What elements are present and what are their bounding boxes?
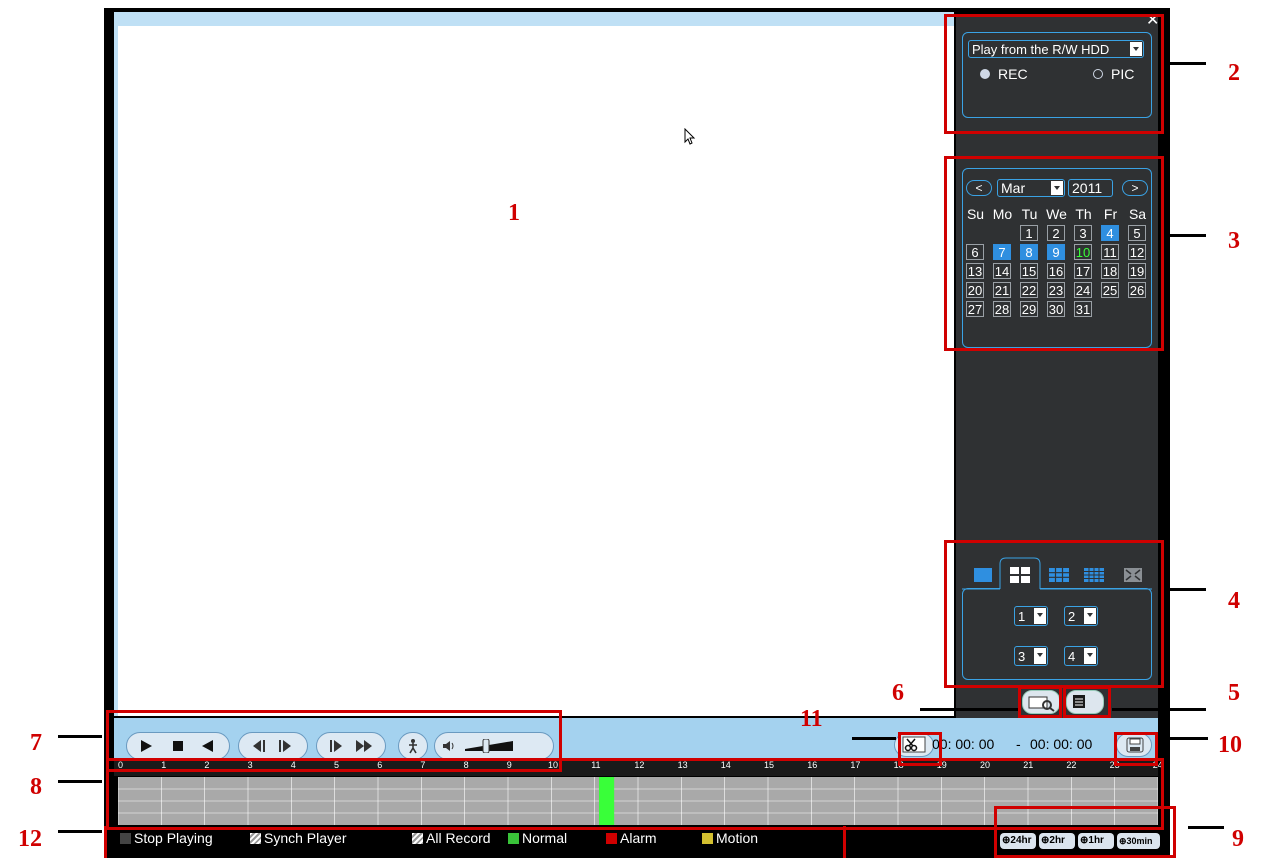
callout-9: 9: [1232, 826, 1244, 852]
video-display-area[interactable]: [114, 12, 954, 716]
annotation-box-9: [994, 806, 1176, 858]
callout-5: 5: [1228, 680, 1240, 706]
all-record-label: All Record: [426, 830, 491, 846]
annotation-box-2: [944, 14, 1164, 134]
mouse-cursor-icon: [684, 128, 696, 145]
motion-label: Motion: [716, 830, 759, 846]
callout-2: 2: [1228, 60, 1240, 86]
annotation-divider: [843, 826, 846, 858]
stop-playing-label: Stop Playing: [134, 830, 213, 846]
callout-3: 3: [1228, 228, 1240, 254]
callout-12: 12: [18, 826, 42, 852]
callout-line-8: [58, 780, 102, 783]
checkbox-icon: [412, 833, 423, 844]
stop-playing-toggle[interactable]: Stop Playing: [120, 830, 213, 846]
clip-end-time[interactable]: 00: 00: 00: [1030, 736, 1092, 752]
normal-toggle[interactable]: Normal: [508, 830, 567, 846]
annotation-box-3: [944, 156, 1164, 351]
callout-8: 8: [30, 774, 42, 800]
callout-10: 10: [1218, 732, 1242, 758]
all-record-toggle[interactable]: All Record: [412, 830, 491, 846]
annotation-divider-left: [104, 826, 107, 858]
callout-1: 1: [508, 200, 520, 226]
alarm-toggle[interactable]: Alarm: [606, 830, 657, 846]
callout-4: 4: [1228, 588, 1240, 614]
callout-7: 7: [30, 730, 42, 756]
alarm-label: Alarm: [620, 830, 657, 846]
callout-6: 6: [892, 680, 904, 706]
callout-line-7: [58, 735, 102, 738]
callout-line-6: [920, 708, 1018, 711]
callout-line-11: [852, 737, 896, 740]
check-icon: [606, 833, 617, 844]
callout-line-5: [1112, 708, 1206, 711]
annotation-box-5: [1063, 686, 1111, 718]
callout-line-12: [58, 830, 102, 833]
motion-toggle[interactable]: Motion: [702, 830, 758, 846]
time-separator: -: [1016, 736, 1021, 752]
checkbox-icon: [250, 833, 261, 844]
callout-line-9: [1188, 826, 1224, 829]
callout-line-4: [1170, 588, 1206, 591]
synch-player-toggle[interactable]: Synch Player: [250, 830, 346, 846]
callout-line-10: [1164, 737, 1208, 740]
annotation-box-4: [944, 540, 1164, 688]
callout-11: 11: [800, 706, 823, 732]
checkbox-icon: [120, 833, 131, 844]
callout-line-2: [1170, 62, 1206, 65]
normal-label: Normal: [522, 830, 568, 846]
check-icon: [702, 833, 713, 844]
annotation-box-6: [1018, 686, 1062, 718]
synch-player-label: Synch Player: [264, 830, 347, 846]
check-icon: [508, 833, 519, 844]
callout-line-3: [1170, 234, 1206, 237]
